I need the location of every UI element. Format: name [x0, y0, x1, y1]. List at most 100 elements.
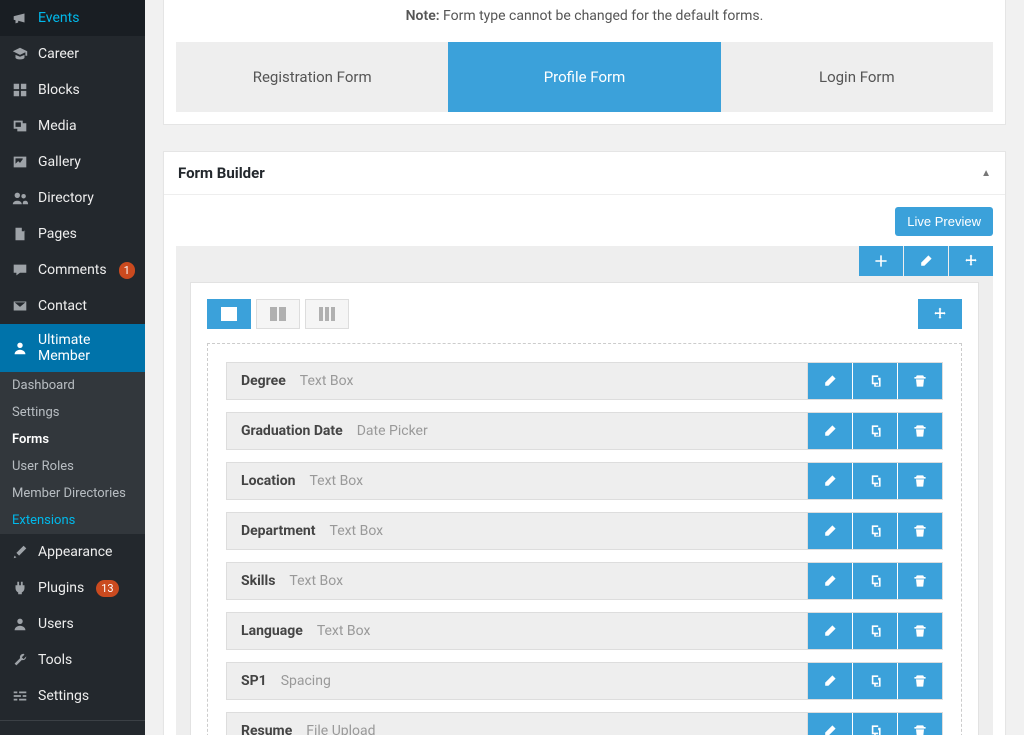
move-row-button[interactable]	[949, 246, 993, 276]
field-name: Resume	[241, 723, 292, 735]
sidebar-item-plugins[interactable]: Plugins13	[0, 570, 145, 606]
delete-field-button[interactable]	[898, 463, 942, 499]
field-actions	[808, 513, 942, 549]
row-move-handle[interactable]	[918, 299, 962, 329]
delete-field-button[interactable]	[898, 613, 942, 649]
form-builder-panel: Form Builder ▲ Live Preview	[163, 151, 1006, 735]
delete-field-button[interactable]	[898, 513, 942, 549]
sidebar-item-pages[interactable]: Pages	[0, 216, 145, 252]
sidebar-item-appearance[interactable]: Appearance	[0, 534, 145, 570]
sidebar-item-career[interactable]: Career	[0, 36, 145, 72]
sidebar-item-contact[interactable]: Contact	[0, 288, 145, 324]
field-row: ResumeFile Upload	[226, 712, 943, 735]
delete-field-button[interactable]	[898, 663, 942, 699]
admin-sidebar: Events Career BlocksMedia Gallery Directory P…	[0, 0, 145, 735]
builder-stage: DegreeText Box Graduation DateDate Picker…	[176, 246, 993, 735]
edit-field-button[interactable]	[808, 513, 852, 549]
duplicate-field-button[interactable]	[853, 413, 897, 449]
field-row: Graduation DateDate Picker	[226, 412, 943, 450]
duplicate-field-button[interactable]	[853, 663, 897, 699]
delete-field-button[interactable]	[898, 413, 942, 449]
brush-icon	[10, 542, 30, 562]
sidebar-label: Ultimate Member	[38, 332, 135, 364]
sidebar-item-events[interactable]: Events	[0, 0, 145, 36]
layout-2col-button[interactable]	[256, 299, 300, 329]
field-row: DegreeText Box	[226, 362, 943, 400]
edit-field-button[interactable]	[808, 363, 852, 399]
stage-toolbar	[859, 246, 993, 276]
field-label[interactable]: Graduation DateDate Picker	[227, 413, 808, 449]
submenu-settings[interactable]: Settings	[0, 399, 145, 426]
duplicate-field-button[interactable]	[853, 563, 897, 599]
field-name: Location	[241, 473, 295, 489]
layout-1col-button[interactable]	[207, 299, 251, 329]
delete-field-button[interactable]	[898, 713, 942, 735]
sidebar-item-tools[interactable]: Tools	[0, 642, 145, 678]
sidebar-item-media[interactable]: Media	[0, 108, 145, 144]
sidebar-label: Directory	[38, 190, 94, 206]
sidebar-label: Events	[38, 10, 79, 26]
field-actions	[808, 713, 942, 735]
sidebar-item-settings[interactable]: Settings	[0, 678, 145, 714]
sidebar-label: Comments	[38, 262, 107, 278]
edit-field-button[interactable]	[808, 613, 852, 649]
sidebar-label: Pages	[38, 226, 77, 242]
page-icon	[10, 224, 30, 244]
field-type: Text Box	[309, 473, 363, 489]
sidebar-label: Career	[38, 46, 79, 62]
submenu-dashboard[interactable]: Dashboard	[0, 372, 145, 399]
sidebar-item-gallery[interactable]: Gallery	[0, 144, 145, 180]
duplicate-field-button[interactable]	[853, 513, 897, 549]
group-icon	[10, 188, 30, 208]
wrench-icon	[10, 650, 30, 670]
duplicate-field-button[interactable]	[853, 713, 897, 735]
photo-icon	[10, 152, 30, 172]
duplicate-field-button[interactable]	[853, 613, 897, 649]
collapse-toggle[interactable]: ▲	[981, 168, 991, 179]
form-type-card: Note: Form type cannot be changed for th…	[163, 0, 1006, 125]
edit-field-button[interactable]	[808, 713, 852, 735]
layout-3col-button[interactable]	[305, 299, 349, 329]
edit-field-button[interactable]	[808, 563, 852, 599]
sidebar-label: Gallery	[38, 154, 81, 170]
live-preview-button[interactable]: Live Preview	[895, 207, 993, 236]
sidebar-item-directory[interactable]: Directory	[0, 180, 145, 216]
field-label[interactable]: SP1Spacing	[227, 663, 808, 699]
field-label[interactable]: ResumeFile Upload	[227, 713, 808, 735]
tab-registration-form[interactable]: Registration Form	[176, 42, 448, 112]
add-row-button[interactable]	[859, 246, 903, 276]
sidebar-item-comments[interactable]: Comments 1	[0, 252, 145, 288]
tab-login-form[interactable]: Login Form	[721, 42, 993, 112]
update-badge: 13	[96, 580, 118, 597]
field-label[interactable]: DepartmentText Box	[227, 513, 808, 549]
mail-icon	[10, 296, 30, 316]
edit-field-button[interactable]	[808, 663, 852, 699]
submenu-forms[interactable]: Forms	[0, 426, 145, 453]
edit-field-button[interactable]	[808, 413, 852, 449]
sidebar-label: Users	[38, 616, 74, 632]
duplicate-field-button[interactable]	[853, 463, 897, 499]
field-row: SP1Spacing	[226, 662, 943, 700]
fields-container: DegreeText Box Graduation DateDate Picker…	[207, 343, 962, 735]
sidebar-item-users[interactable]: Users	[0, 606, 145, 642]
field-actions	[808, 363, 942, 399]
form-type-tabs: Registration FormProfile FormLogin Form	[176, 42, 993, 112]
field-label[interactable]: LanguageText Box	[227, 613, 808, 649]
field-label[interactable]: DegreeText Box	[227, 363, 808, 399]
sidebar-item-ultimate-member[interactable]: Ultimate Member	[0, 324, 145, 372]
field-label[interactable]: SkillsText Box	[227, 563, 808, 599]
delete-field-button[interactable]	[898, 363, 942, 399]
sidebar-label: Contact	[38, 298, 87, 314]
field-label[interactable]: Location Text Box	[227, 463, 808, 499]
edit-row-button[interactable]	[904, 246, 948, 276]
sidebar-item-blocks[interactable]: Blocks	[0, 72, 145, 108]
submenu-member-directories[interactable]: Member Directories	[0, 480, 145, 507]
edit-field-button[interactable]	[808, 463, 852, 499]
submenu-extensions[interactable]: Extensions	[0, 507, 145, 534]
tab-profile-form[interactable]: Profile Form	[448, 42, 720, 112]
duplicate-field-button[interactable]	[853, 363, 897, 399]
update-badge: 1	[119, 262, 135, 279]
panel-title: Form Builder	[178, 164, 265, 182]
delete-field-button[interactable]	[898, 563, 942, 599]
submenu-user-roles[interactable]: User Roles	[0, 453, 145, 480]
